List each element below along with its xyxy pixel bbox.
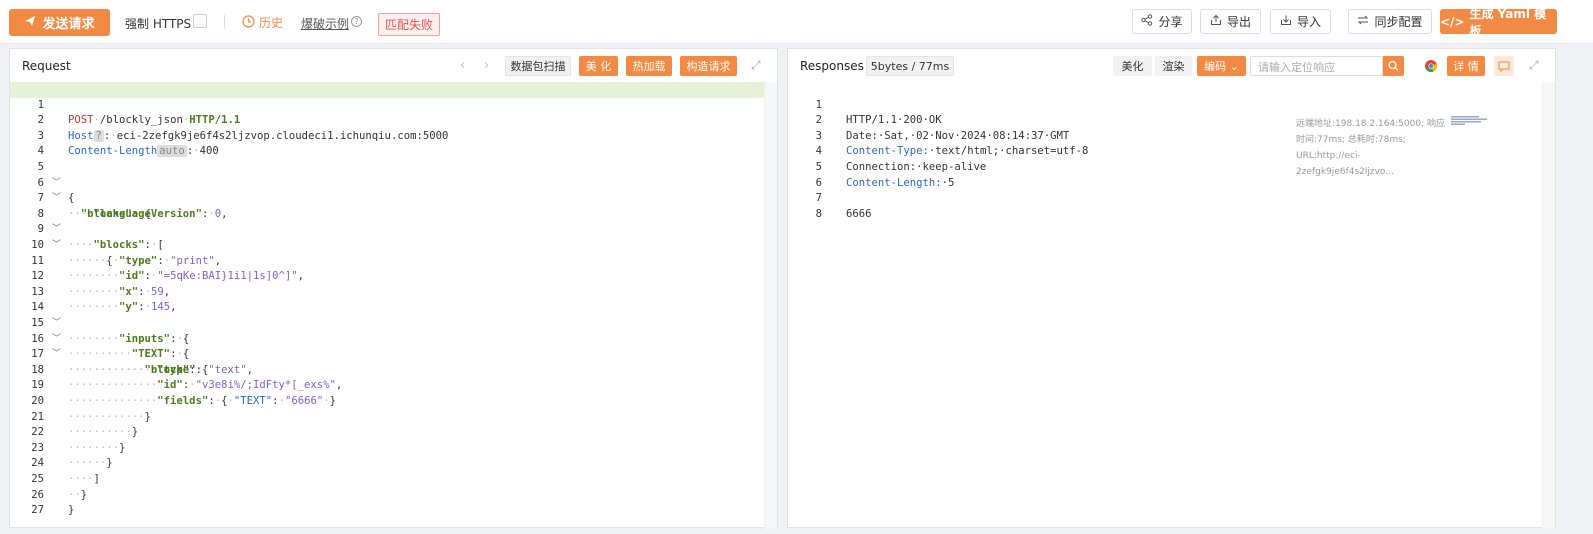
code-line: 23 ······} [10,425,777,470]
request-editor[interactable]: 1 POST·/blockly_json·HTTP/1.1 2 Host?:·e… [10,82,777,529]
response-size-badge: 5bytes / 77ms [866,56,954,76]
code-line: 8 ﹀ ····"blocks":·[ [10,191,777,251]
code-line: 13 ········"y":·145, [10,269,777,314]
chevron-right-icon[interactable]: › [484,58,489,73]
code-line: 1 POST·/blockly_json·HTTP/1.1 [10,82,777,126]
help-icon[interactable]: ? [351,16,362,27]
request-panel: Request ‹ › 数据包扫描 美 化 热加载 构造请求 ⤢ 1 POST·… [9,48,778,529]
response-scrollbar[interactable] [1542,82,1555,529]
search-button[interactable] [1383,56,1404,76]
request-header: Request ‹ › 数据包扫描 美 化 热加载 构造请求 ⤢ [10,49,777,82]
export-icon [1210,14,1222,29]
export-label: 导出 [1226,15,1251,29]
brute-example-link[interactable]: 爆破示例 [301,15,349,32]
encoding-dropdown[interactable]: 编码 ⌄ [1197,56,1246,76]
code-line: 11 ········"id":·"=5qKe:BAI}1i1|1s]0^]", [10,238,777,283]
sync-config-label: 同步配置 [1374,15,1423,29]
code-line: 17 ··············"type":·"text", [10,332,777,376]
history-label: 历史 [259,16,284,30]
code-line: 1 HTTP/1.1·200·OK [788,82,1555,127]
hot-load-button[interactable]: 热加载 [626,56,672,76]
code-line: 6 ﹀ ··"blocks":·{ [10,160,777,220]
packet-scan-button[interactable]: 数据包扫描 [505,56,571,76]
code-line: 5 ﹀ { [10,144,777,204]
generate-yaml-label: 生成 Yaml 模板 [1469,6,1547,38]
code-line: 16 ﹀ ············"block":·{ [10,316,777,376]
code-line: 27 [10,488,777,516]
code-line: 9 ﹀ ······{ [10,207,777,266]
code-line: 25 ··} [10,456,777,501]
minimap[interactable] [1451,116,1491,126]
clock-icon [242,14,255,31]
send-request-button[interactable]: 发送请求 [9,9,110,36]
code-line: 12 ········"x":·59, [10,254,777,298]
details-button[interactable]: 详 情 [1447,56,1485,76]
line-number: 8 [815,207,822,220]
response-panel: Responses 5bytes / 77ms 美化 渲染 编码 ⌄ 请输入定位… [787,48,1556,529]
request-title: Request [22,59,71,73]
sync-icon [1357,14,1369,29]
code-line: 26 } [10,472,777,517]
code-line: 3 Content-Length auto:·400 [10,113,777,158]
code-line: 2 Host?:·eci-2zefgk9je6f4s2ljzvop.cloude… [10,98,777,142]
code-line: 4 [10,129,777,157]
response-header: Responses 5bytes / 77ms 美化 渲染 编码 ⌄ 请输入定位… [788,49,1555,82]
import-button[interactable]: 导入 [1270,9,1331,34]
code-line: 8 [788,191,1555,220]
chrome-icon[interactable] [1424,59,1438,76]
comment-icon[interactable] [1494,56,1514,76]
match-failed-badge: 匹配失败 [378,13,441,36]
share-icon [1141,14,1153,29]
send-request-label: 发送请求 [42,17,95,32]
render-toggle[interactable]: 渲染 [1155,56,1192,76]
code-line: 19 ··············"fields":·{·"TEXT":·"66… [10,363,777,407]
code-line: 15 ﹀ ··········"TEXT":·{ [10,300,777,360]
code-line: 21 ··········} [10,394,777,439]
code-line: 10 ········"type":·"print", [10,222,777,267]
code-line: 14 ﹀ ········"inputs":·{ [10,285,777,344]
response-viewer[interactable]: 1 HTTP/1.1·200·OK 2 Date:·Sat,·02·Nov·20… [788,82,1555,529]
line-number: 27 [31,504,44,517]
code-line: 2 Date:·Sat,·02·Nov·2024·08:14:37·GMT [788,98,1555,142]
code-icon: </> [1440,14,1465,29]
beautify-toggle[interactable]: 美化 [1113,56,1152,76]
force-https-checkbox[interactable] [193,14,207,28]
construct-request-button[interactable]: 构造请求 [680,56,737,76]
request-scrollbar[interactable] [764,82,777,529]
toolbar: 发送请求 强制 HTTPS 历史 爆破示例 ? 匹配失败 分享 导出 导入 同步… [0,0,1593,44]
history-button[interactable]: 历史 [242,14,283,31]
response-search-input[interactable]: 请输入定位响应 [1250,56,1383,76]
share-button[interactable]: 分享 [1132,9,1192,34]
code-line: 18 ··············"id":·"v3e8i%/;IdFty*[_… [10,347,777,392]
send-icon [24,15,36,31]
chevron-left-icon[interactable]: ‹ [460,58,465,73]
import-icon [1280,14,1292,29]
export-button[interactable]: 导出 [1200,9,1261,34]
code-line: 7 ····"languageVersion":·0, [10,176,777,220]
encoding-label: 编码 [1204,60,1227,73]
search-icon [1388,60,1398,71]
divider [224,15,225,29]
generate-yaml-button[interactable]: </> 生成 Yaml 模板 [1440,7,1557,38]
code-line: 24 ····] [10,441,777,485]
share-label: 分享 [1158,15,1183,29]
import-label: 导入 [1296,15,1321,29]
response-title: Responses [800,59,864,73]
beautify-button[interactable]: 美 化 [579,56,618,76]
fullscreen-icon[interactable]: ⤢ [1529,58,1539,73]
fullscreen-icon[interactable]: ⤢ [751,58,761,73]
code-line: 20 ············} [10,378,777,423]
chevron-down-icon: ⌄ [1226,59,1239,73]
sync-config-button[interactable]: 同步配置 [1348,9,1432,34]
force-https-label: 强制 HTTPS [125,17,192,31]
response-meta: 远端地址:198.18.2.164:5000; 响应时间:77ms; 总耗时:7… [1296,119,1445,177]
code-line: 22 ········} [10,410,777,454]
